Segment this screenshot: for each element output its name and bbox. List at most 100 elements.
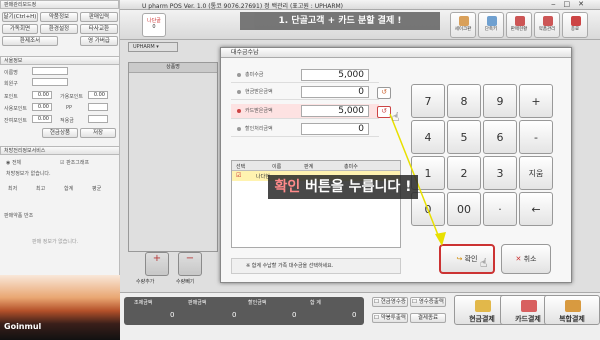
key-minus[interactable]: - bbox=[519, 120, 553, 154]
sales-status-label: 판매현황 bbox=[510, 27, 528, 32]
remaining-point-field: 0.00 bbox=[32, 115, 52, 123]
envelope-print-checkbox[interactable]: ☐ 약봉투출력 bbox=[372, 313, 408, 323]
pp-label: PP bbox=[66, 105, 73, 111]
mode-header: 판매관리모드정 bbox=[0, 0, 119, 9]
envelope-print-label: 약봉투출력 bbox=[380, 315, 406, 321]
history-header: 처방전리정보서비스 bbox=[0, 146, 120, 155]
cash-received-label: 현금받은금액 bbox=[245, 89, 273, 95]
payment-close-button[interactable]: 결제종료 bbox=[410, 313, 446, 323]
card-received-row: 카드받은금액 5,000 bbox=[231, 104, 379, 119]
hold-button[interactable]: 달기(Ctrl+H) bbox=[2, 12, 38, 22]
window-title: U pharm POS Ver. 1.0 (통코 9076.27691) 정 백… bbox=[142, 3, 344, 10]
discount-row: 할인처리금액 0 bbox=[231, 122, 379, 137]
etc-empty-text: 판매 정보가 없습니다. bbox=[32, 239, 79, 245]
toolbar: 나단골 0 1. 단골고객 + 카드 분할 결제 ! 세이크판 단축키 판매현황… bbox=[120, 10, 600, 40]
apply-field bbox=[88, 115, 108, 123]
family-table: 선택 이름 판계 총미수 ☑ 나다현 bbox=[231, 160, 401, 248]
name-field[interactable] bbox=[32, 67, 68, 75]
exit-button[interactable]: 종료 bbox=[562, 12, 588, 38]
prescription-button[interactable]: 환제조서 bbox=[2, 36, 58, 46]
col-receivable: 총미수 bbox=[344, 164, 358, 170]
cycle-button[interactable]: 세이크판 bbox=[450, 12, 476, 38]
key-backspace[interactable]: ← bbox=[519, 192, 553, 226]
exchange-button[interactable]: 타사교환 bbox=[80, 24, 118, 34]
shortcut-button[interactable]: 단축키 bbox=[478, 12, 504, 38]
radio-own[interactable]: ☑ 판조그래프 bbox=[60, 159, 89, 166]
drug-info-button[interactable]: 약품정보 bbox=[40, 12, 78, 22]
col-select: 선택 bbox=[236, 164, 246, 170]
col-sum: 합계 bbox=[64, 186, 74, 192]
apply-label: 적용금 bbox=[60, 118, 74, 124]
dialog-title: 대수금수납 bbox=[221, 48, 571, 58]
receipt-print-label: 영수증출력 bbox=[418, 299, 444, 305]
card-payment-label: 카드결제 bbox=[515, 315, 541, 323]
used-point-field: 0.00 bbox=[32, 103, 52, 111]
avail-point-label: 가용포인트 bbox=[60, 94, 84, 100]
remaining-point-label: 잔여포인트 bbox=[4, 118, 28, 124]
drug-manage-button[interactable]: 약품관리 bbox=[534, 12, 560, 38]
col-relation: 판계 bbox=[304, 164, 314, 170]
logo-text: Goinmul bbox=[4, 322, 42, 331]
key-6[interactable]: 6 bbox=[483, 120, 517, 154]
cash-receipt-label: 현금영수증 bbox=[380, 299, 406, 305]
settings-button[interactable]: 환경설정 bbox=[40, 24, 78, 34]
total-amount-value: 0 bbox=[352, 311, 357, 319]
card-icon bbox=[521, 300, 537, 312]
member-label: 회원구 bbox=[4, 81, 18, 87]
checkbox-icon[interactable]: ☑ bbox=[236, 172, 241, 179]
bullet-icon bbox=[237, 127, 241, 131]
exit-label: 종료 bbox=[570, 27, 580, 32]
totals-panel bbox=[124, 297, 364, 325]
radio-all-label: 전체 bbox=[11, 160, 22, 166]
col-min: 최저 bbox=[8, 186, 18, 192]
window-controls[interactable]: ‒□✕ bbox=[551, 0, 592, 8]
total-receivable-row: 총미수금 5,000 bbox=[231, 68, 379, 83]
receipt-print-checkbox[interactable]: ☐ 영수증출력 bbox=[410, 297, 446, 307]
no-data-text: 처방정보가 없습니다. bbox=[6, 171, 51, 177]
sales-status-button[interactable]: 판매현황 bbox=[506, 12, 532, 38]
cash-product-button[interactable]: 현금상품 bbox=[42, 128, 78, 138]
col-max: 최고 bbox=[36, 186, 46, 192]
bullet-icon bbox=[237, 90, 241, 94]
extra-button[interactable]: 영 가버급 bbox=[80, 36, 118, 46]
cash-payment-label: 현금결제 bbox=[469, 315, 495, 323]
point-field: 0.00 bbox=[32, 91, 52, 99]
discount-amount-value: 0 bbox=[292, 311, 297, 319]
instruction-banner: 1. 단골고객 + 카드 분할 결제 ! bbox=[240, 12, 440, 30]
key-plus[interactable]: + bbox=[519, 84, 553, 118]
save-button[interactable]: 저장 bbox=[80, 128, 116, 138]
total-receivable-label: 총미수금 bbox=[245, 72, 264, 78]
shortcut-label: 단축키 bbox=[484, 27, 498, 32]
cash-receipt-checkbox[interactable]: ☐ 현금영수증 bbox=[372, 297, 408, 307]
bullet-icon bbox=[237, 73, 241, 77]
cash-fill-button[interactable]: ↺ bbox=[377, 87, 391, 99]
key-clear[interactable]: 지움 bbox=[519, 156, 553, 190]
total-receivable-value: 5,000 bbox=[301, 69, 369, 81]
bullet-icon bbox=[237, 109, 241, 113]
discount-label: 할인처리금액 bbox=[245, 126, 273, 132]
customer-header: 서울정보 bbox=[0, 56, 120, 65]
cancel-label: 취소 bbox=[523, 255, 537, 263]
sales-input-button[interactable]: 판매입력 bbox=[80, 12, 118, 22]
screen-button[interactable]: 가독회면 bbox=[2, 24, 38, 34]
col-name: 이름 bbox=[272, 164, 282, 170]
pp-field bbox=[88, 103, 108, 111]
customer-tab[interactable]: 나단골 0 bbox=[142, 13, 166, 37]
hint-box: ※ 합계 수납할 가족 대수금을 선택하세요. bbox=[231, 258, 401, 274]
key-dot[interactable]: · bbox=[483, 192, 517, 226]
cash-received-input[interactable]: 0 bbox=[301, 86, 369, 98]
radio-all[interactable]: ◉ 전체 bbox=[6, 159, 21, 166]
card-received-input[interactable]: 5,000 bbox=[301, 105, 369, 117]
dispense-amount-label: 조제금액 bbox=[134, 300, 153, 306]
col-avg: 평균 bbox=[92, 186, 102, 192]
key-3[interactable]: 3 bbox=[483, 156, 517, 190]
cycle-label: 세이크판 bbox=[454, 27, 472, 32]
key-9[interactable]: 9 bbox=[483, 84, 517, 118]
member-field[interactable] bbox=[32, 78, 68, 86]
sales-amount-label: 판매금액 bbox=[188, 300, 207, 306]
mixed-payment-button[interactable]: 복합결제 bbox=[544, 295, 600, 325]
cancel-button[interactable]: ✕ 취소 bbox=[501, 244, 551, 274]
discount-input[interactable]: 0 bbox=[301, 123, 369, 135]
etc-header: 판매약품 반조 bbox=[4, 213, 34, 219]
sales-amount-value: 0 bbox=[232, 311, 237, 319]
